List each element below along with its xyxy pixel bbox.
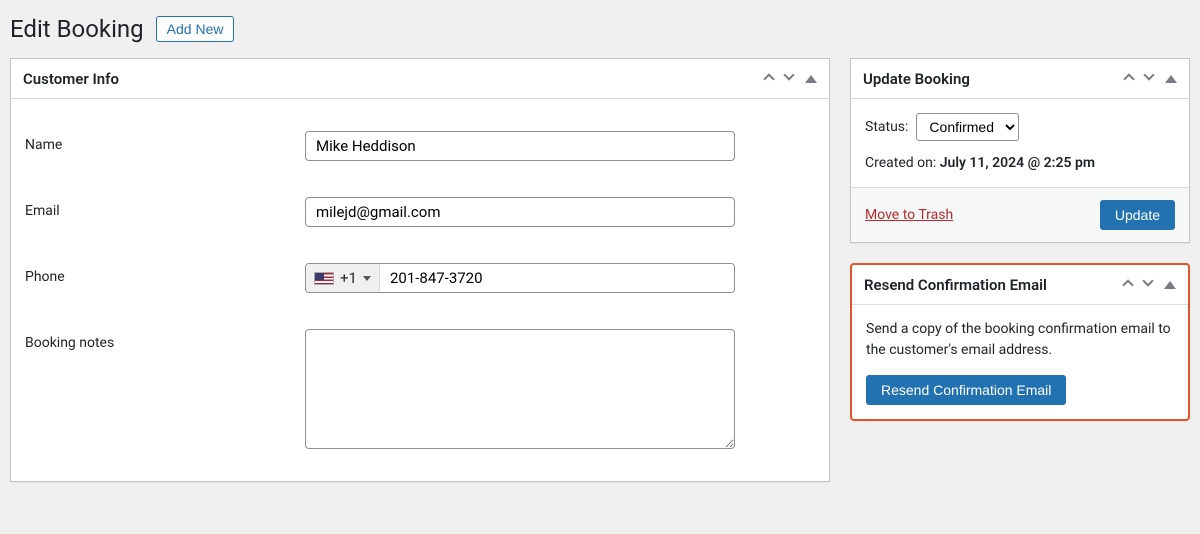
toggle-collapse-icon[interactable] (1164, 278, 1176, 292)
resend-confirmation-button[interactable]: Resend Confirmation Email (866, 375, 1066, 405)
resend-description: Send a copy of the booking confirmation … (866, 319, 1174, 361)
update-booking-heading: Update Booking (863, 70, 970, 88)
update-button[interactable]: Update (1100, 200, 1175, 230)
move-up-icon[interactable] (765, 71, 773, 86)
email-label: Email (25, 197, 305, 219)
add-new-button[interactable]: Add New (156, 16, 235, 42)
customer-info-heading: Customer Info (23, 70, 119, 88)
move-down-icon[interactable] (1145, 71, 1153, 86)
created-on-label: Created on: (865, 155, 936, 171)
us-flag-icon (314, 272, 334, 285)
status-label: Status: (865, 119, 908, 135)
move-down-icon[interactable] (785, 71, 793, 86)
name-label: Name (25, 131, 305, 153)
created-on-value: July 11, 2024 @ 2:25 pm (940, 155, 1095, 171)
phone-input[interactable] (380, 264, 734, 292)
toggle-collapse-icon[interactable] (1165, 72, 1177, 86)
name-input[interactable] (305, 131, 735, 161)
update-booking-box: Update Booking Status: Confirmed Created… (850, 58, 1190, 243)
caret-down-icon (363, 276, 371, 281)
customer-info-box: Customer Info Name Email Phone (10, 58, 830, 482)
toggle-collapse-icon[interactable] (805, 72, 817, 86)
move-up-icon[interactable] (1125, 71, 1133, 86)
email-input[interactable] (305, 197, 735, 227)
resend-confirmation-box: Resend Confirmation Email Send a copy of… (850, 263, 1190, 421)
notes-label: Booking notes (25, 329, 305, 351)
notes-textarea[interactable] (305, 329, 735, 449)
page-title: Edit Booking (10, 15, 144, 43)
status-select[interactable]: Confirmed (916, 113, 1019, 141)
phone-country-selector[interactable]: +1 (306, 264, 380, 292)
phone-country-code: +1 (340, 269, 357, 287)
resend-heading: Resend Confirmation Email (864, 276, 1047, 294)
move-down-icon[interactable] (1144, 277, 1152, 292)
phone-label: Phone (25, 263, 305, 285)
move-up-icon[interactable] (1124, 277, 1132, 292)
move-to-trash-link[interactable]: Move to Trash (865, 207, 953, 223)
